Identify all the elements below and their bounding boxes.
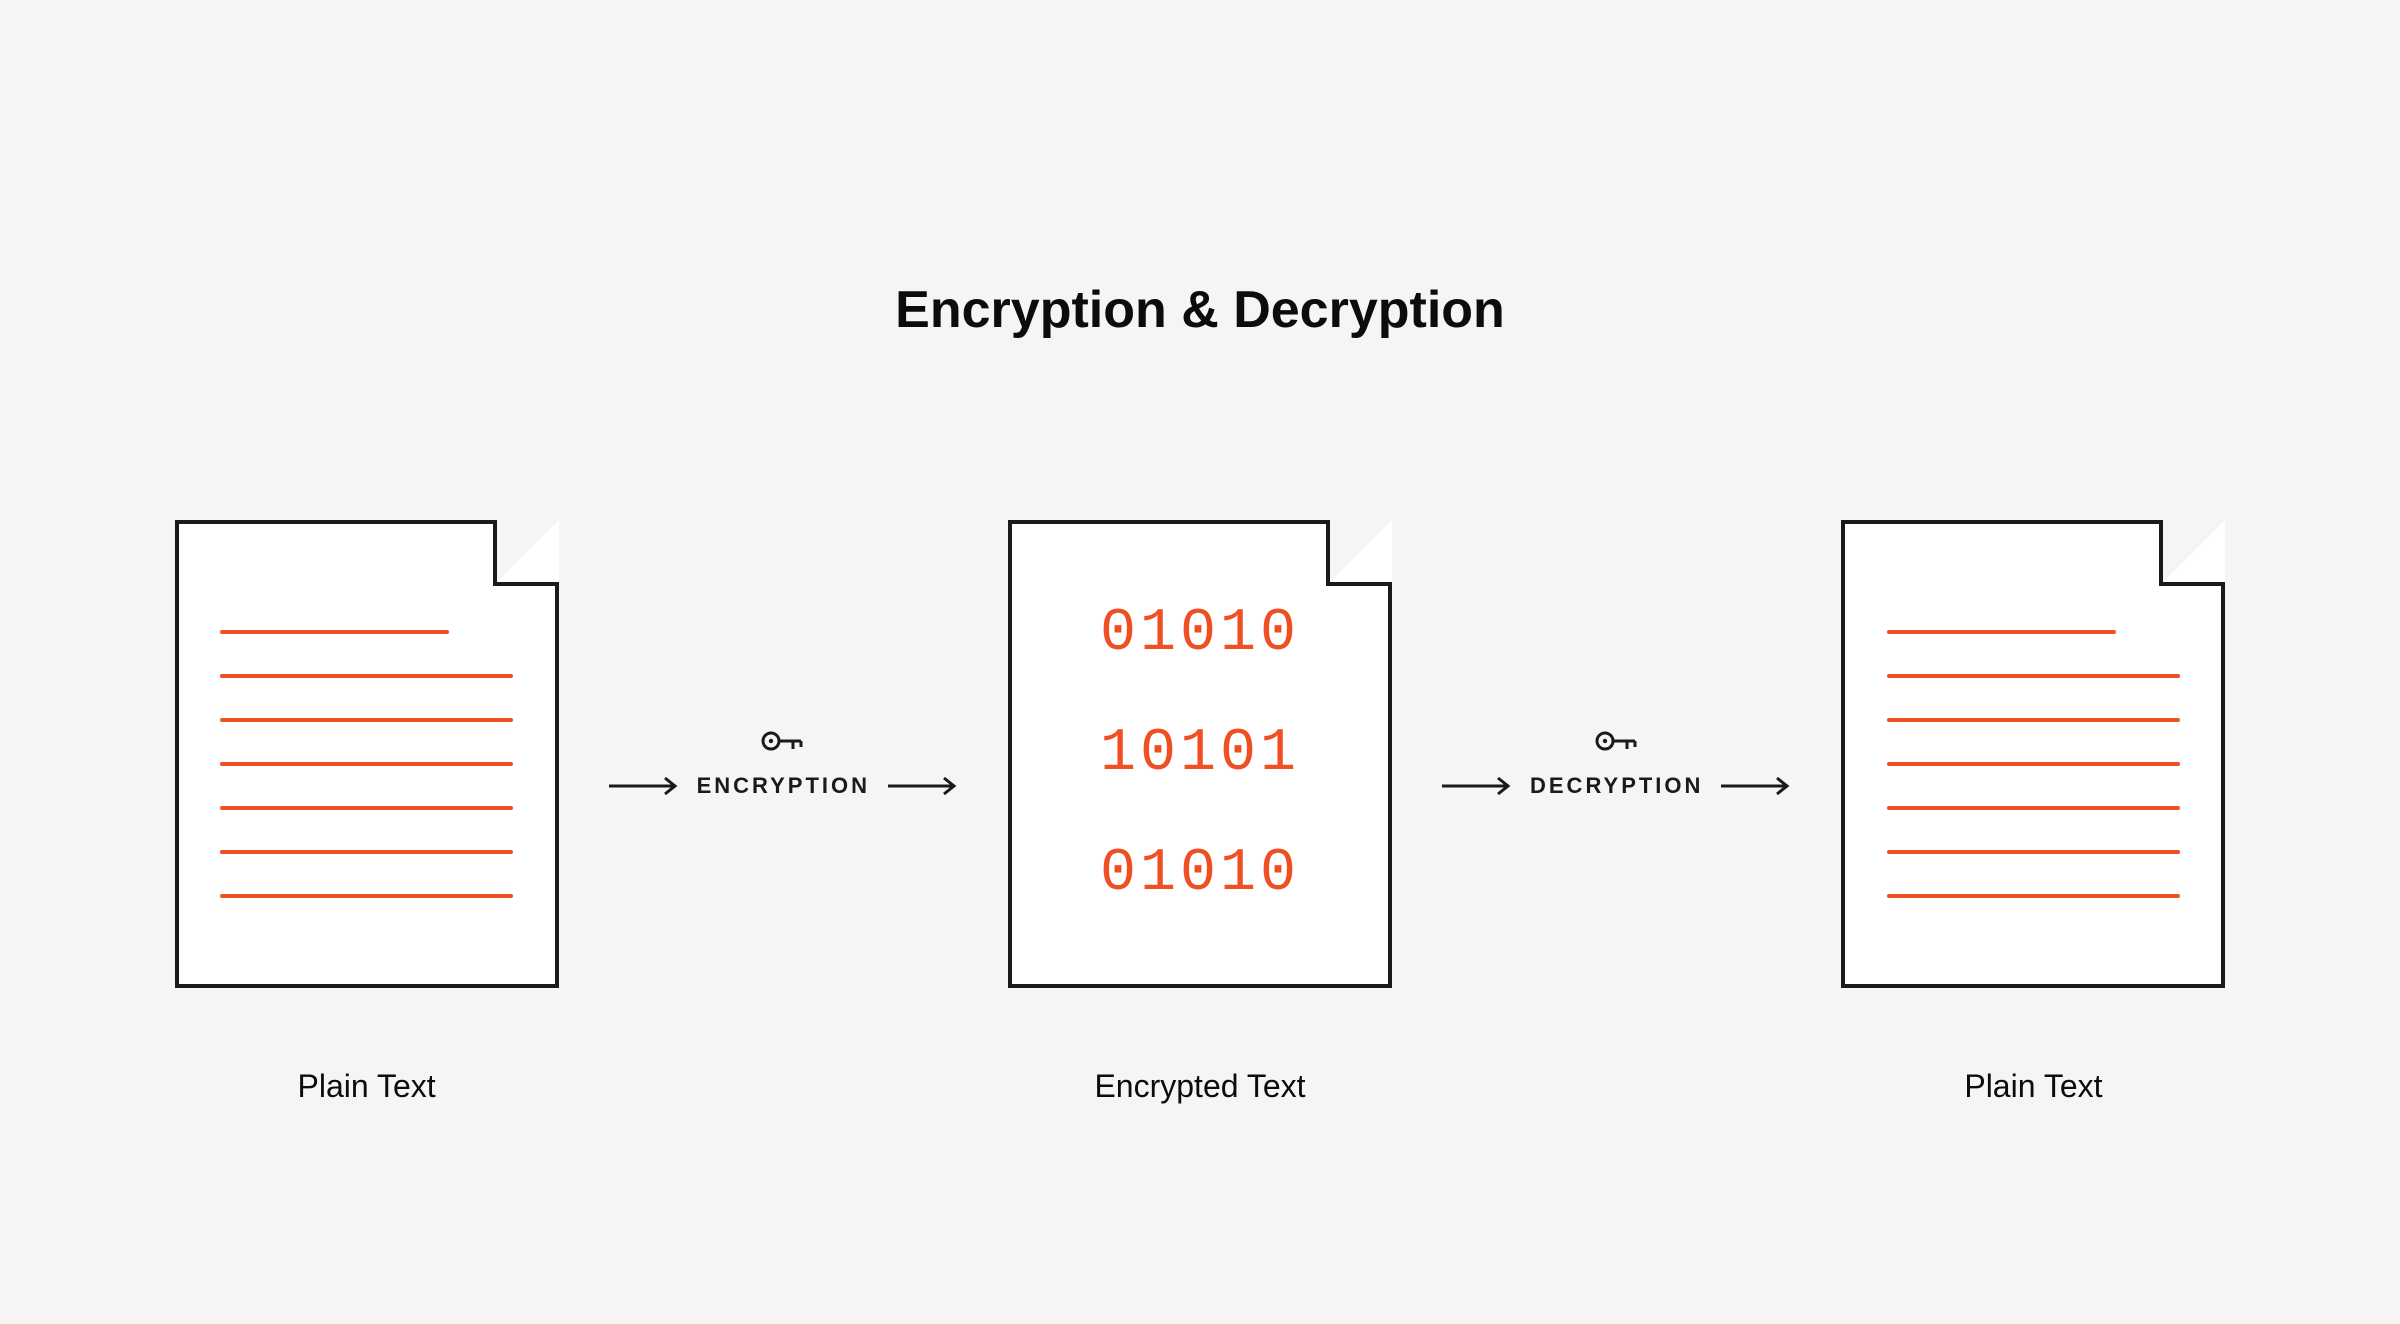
text-line: [1887, 674, 2180, 678]
binary-line: 01010: [1100, 574, 1300, 694]
document-plain-right: [1841, 520, 2225, 988]
arrow-right-icon: [609, 776, 679, 796]
text-line: [220, 762, 513, 766]
text-line: [1887, 630, 2116, 634]
stage-plain-right: Plain Text: [1841, 520, 2225, 1105]
stage-caption: Plain Text: [298, 1068, 436, 1105]
binary-content: 01010 10101 01010: [1100, 574, 1300, 934]
document-plain-left: [175, 520, 559, 988]
text-lines: [220, 630, 513, 898]
text-line: [220, 806, 513, 810]
connector-decryption: DECRYPTION: [1442, 727, 1791, 799]
text-line: [1887, 718, 2180, 722]
text-line: [220, 850, 513, 854]
text-lines: [1887, 630, 2180, 898]
text-line: [1887, 850, 2180, 854]
diagram-title: Encryption & Decryption: [895, 280, 1505, 340]
text-line: [220, 894, 513, 898]
key-icon: [1595, 727, 1639, 755]
document-encrypted: 01010 10101 01010: [1008, 520, 1392, 988]
arrow-right-icon: [888, 776, 958, 796]
text-line: [1887, 894, 2180, 898]
text-line: [220, 674, 513, 678]
text-line: [220, 630, 449, 634]
text-line: [1887, 762, 2180, 766]
connector-label: ENCRYPTION: [697, 773, 870, 799]
stage-caption: Encrypted Text: [1094, 1068, 1305, 1105]
diagram-flow: Plain Text ENCRYPTION 01010: [175, 520, 2226, 1105]
stage-caption: Plain Text: [1964, 1068, 2102, 1105]
text-line: [220, 718, 513, 722]
stage-encrypted: 01010 10101 01010 Encrypted Text: [1008, 520, 1392, 1105]
arrow-right-icon: [1442, 776, 1512, 796]
page-fold-icon: [1326, 520, 1392, 586]
arrow-right-icon: [1721, 776, 1791, 796]
binary-line: 10101: [1100, 694, 1300, 814]
binary-line: 01010: [1100, 814, 1300, 934]
connector-label: DECRYPTION: [1530, 773, 1703, 799]
key-icon: [761, 727, 805, 755]
text-line: [1887, 806, 2180, 810]
connector-encryption: ENCRYPTION: [609, 727, 958, 799]
page-fold-icon: [493, 520, 559, 586]
page-fold-icon: [2159, 520, 2225, 586]
stage-plain-left: Plain Text: [175, 520, 559, 1105]
